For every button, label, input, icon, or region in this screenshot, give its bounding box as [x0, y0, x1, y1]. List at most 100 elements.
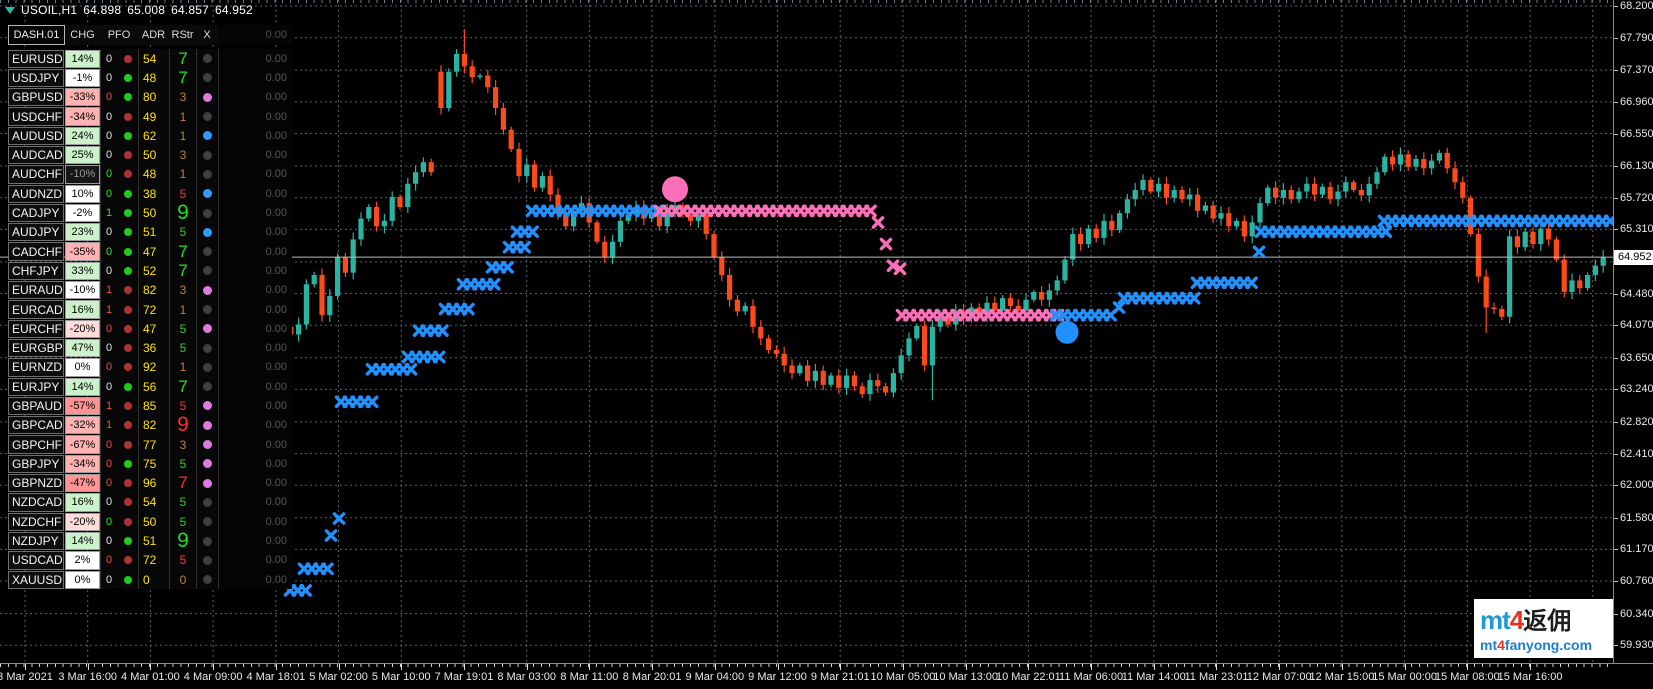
dash-01-button[interactable]: DASH.01	[8, 25, 65, 45]
symbol-cell[interactable]: XAUUSD	[8, 571, 64, 589]
symbol-cell[interactable]: CADCHF	[8, 242, 64, 260]
table-row[interactable]: EURNZD0%09210.00	[8, 358, 292, 377]
table-row[interactable]: EURUSD14%05470.00	[8, 49, 292, 68]
symbol-cell[interactable]: AUDJPY	[8, 223, 64, 241]
header-value: 0.00	[218, 25, 292, 45]
red-status-dot	[124, 325, 132, 333]
symbol-cell[interactable]: EURCHF	[8, 320, 64, 338]
candle-body	[1312, 184, 1317, 195]
table-row[interactable]: XAUUSD0%0000.00	[8, 570, 292, 589]
symbol-cell[interactable]: AUDUSD	[8, 127, 64, 145]
symbol-cell[interactable]: CADJPY	[8, 204, 64, 222]
symbol-cell[interactable]: NZDCHF	[8, 513, 64, 531]
row-value: 0.00	[218, 145, 292, 164]
price-tick	[1614, 389, 1618, 390]
table-row[interactable]: USDCHF-34%04910.00	[8, 107, 292, 126]
symbol-cell[interactable]: GBPJPY	[8, 455, 64, 473]
table-row[interactable]: GBPUSD-33%08030.00	[8, 88, 292, 107]
rstr-value: 5	[169, 396, 196, 415]
symbol-cell[interactable]: EURGBP	[8, 339, 64, 357]
symbol-cell[interactable]: GBPAUD	[8, 397, 64, 415]
symbol-cell[interactable]: EURCAD	[8, 300, 64, 318]
adr-value: 0	[138, 570, 169, 589]
symbol-cell[interactable]: AUDCAD	[8, 146, 64, 164]
red-status-dot	[124, 518, 132, 526]
pink-x-marker	[866, 206, 875, 215]
symbol-cell[interactable]: CHFJPY	[8, 262, 64, 280]
table-row[interactable]: EURGBP47%03650.00	[8, 338, 292, 357]
symbol-cell[interactable]: AUDCHF	[8, 165, 64, 183]
red-status-dot	[124, 479, 132, 487]
price-axis-label: 62.410	[1620, 448, 1653, 460]
symbol-cell[interactable]: AUDNZD	[8, 185, 64, 203]
rstr-value: 1	[169, 126, 196, 145]
table-row[interactable]: GBPCHF-67%07730.00	[8, 435, 292, 454]
price-axis-label: 59.930	[1620, 639, 1653, 651]
table-row[interactable]: GBPNZD-47%09670.00	[8, 474, 292, 493]
adr-value: 50	[138, 203, 169, 222]
symbol-cell[interactable]: NZDJPY	[8, 532, 64, 550]
symbol-cell[interactable]: NZDCAD	[8, 493, 64, 511]
table-row[interactable]: GBPJPY-34%07550.00	[8, 454, 292, 473]
symbol-cell[interactable]: EURUSD	[8, 50, 64, 68]
rstr-value: 5	[169, 338, 196, 357]
table-row[interactable]: USDCAD2%07250.00	[8, 551, 292, 570]
ohlc-high: 65.008	[127, 3, 165, 17]
symbol-cell[interactable]: GBPUSD	[8, 88, 64, 106]
symbol-cell[interactable]: USDCHF	[8, 107, 64, 125]
column-header-chg[interactable]: CHG	[65, 25, 100, 45]
candle-body	[1569, 280, 1574, 292]
column-header-x[interactable]: X	[196, 25, 218, 45]
table-row[interactable]: EURAUD-10%18230.00	[8, 281, 292, 300]
column-header-adr[interactable]: ADR	[138, 25, 169, 45]
chevron-down-icon[interactable]	[5, 7, 15, 14]
table-row[interactable]: GBPAUD-57%18550.00	[8, 396, 292, 415]
table-row[interactable]: NZDCAD16%05450.00	[8, 493, 292, 512]
table-row[interactable]: CADCHF-35%04770.00	[8, 242, 292, 261]
column-header-pfo[interactable]: PFO	[100, 25, 138, 45]
symbol-cell[interactable]: USDJPY	[8, 69, 64, 87]
candle-body	[1398, 154, 1403, 164]
rstr-value: 7	[169, 377, 196, 396]
table-row[interactable]: USDJPY-1%04870.00	[8, 68, 292, 87]
table-row[interactable]: CHFJPY33%05270.00	[8, 261, 292, 280]
row-value: 0.00	[218, 223, 292, 242]
candle-body	[454, 54, 459, 72]
row-value: 0.00	[218, 454, 292, 473]
symbol-cell[interactable]: EURJPY	[8, 378, 64, 396]
table-row[interactable]: NZDJPY14%05190.00	[8, 531, 292, 550]
symbol-cell[interactable]: GBPCHF	[8, 435, 64, 453]
row-value: 0.00	[218, 358, 292, 377]
symbol-cell[interactable]: GBPCAD	[8, 416, 64, 434]
price-tick	[1614, 70, 1618, 71]
table-row[interactable]: EURJPY14%05670.00	[8, 377, 292, 396]
blue-x-marker	[503, 263, 512, 272]
table-row[interactable]: NZDCHF-20%05050.00	[8, 512, 292, 531]
candle-body	[1109, 221, 1114, 230]
table-row[interactable]: AUDCHF-10%04810.00	[8, 165, 292, 184]
x-signal-dot	[203, 286, 212, 295]
table-row[interactable]: AUDNZD10%03850.00	[8, 184, 292, 203]
column-header-rstr[interactable]: RStr	[169, 25, 196, 45]
table-row[interactable]: EURCAD16%17210.00	[8, 300, 292, 319]
candle-body	[343, 257, 348, 272]
symbol-cell[interactable]: EURAUD	[8, 281, 64, 299]
row-value: 0.00	[218, 396, 292, 415]
x-signal-dot	[203, 112, 212, 121]
table-row[interactable]: AUDJPY23%05150.00	[8, 223, 292, 242]
table-row[interactable]: EURCHF-20%04750.00	[8, 319, 292, 338]
x-dot-cell	[196, 88, 218, 107]
x-dot-cell	[196, 203, 218, 222]
candle-body	[774, 350, 779, 354]
table-row[interactable]: CADJPY-2%15090.00	[8, 203, 292, 222]
x-dot-cell	[196, 338, 218, 357]
table-row[interactable]: AUDCAD25%05030.00	[8, 145, 292, 164]
table-row[interactable]: AUDUSD24%06210.00	[8, 126, 292, 145]
symbol-cell[interactable]: USDCAD	[8, 551, 64, 569]
symbol-cell[interactable]: GBPNZD	[8, 474, 64, 492]
candle-body	[1593, 266, 1598, 275]
table-row[interactable]: GBPCAD-32%18290.00	[8, 416, 292, 435]
symbol-cell[interactable]: EURNZD	[8, 358, 64, 376]
change-cell: -20%	[65, 320, 100, 338]
rstr-value: 9	[169, 203, 196, 222]
